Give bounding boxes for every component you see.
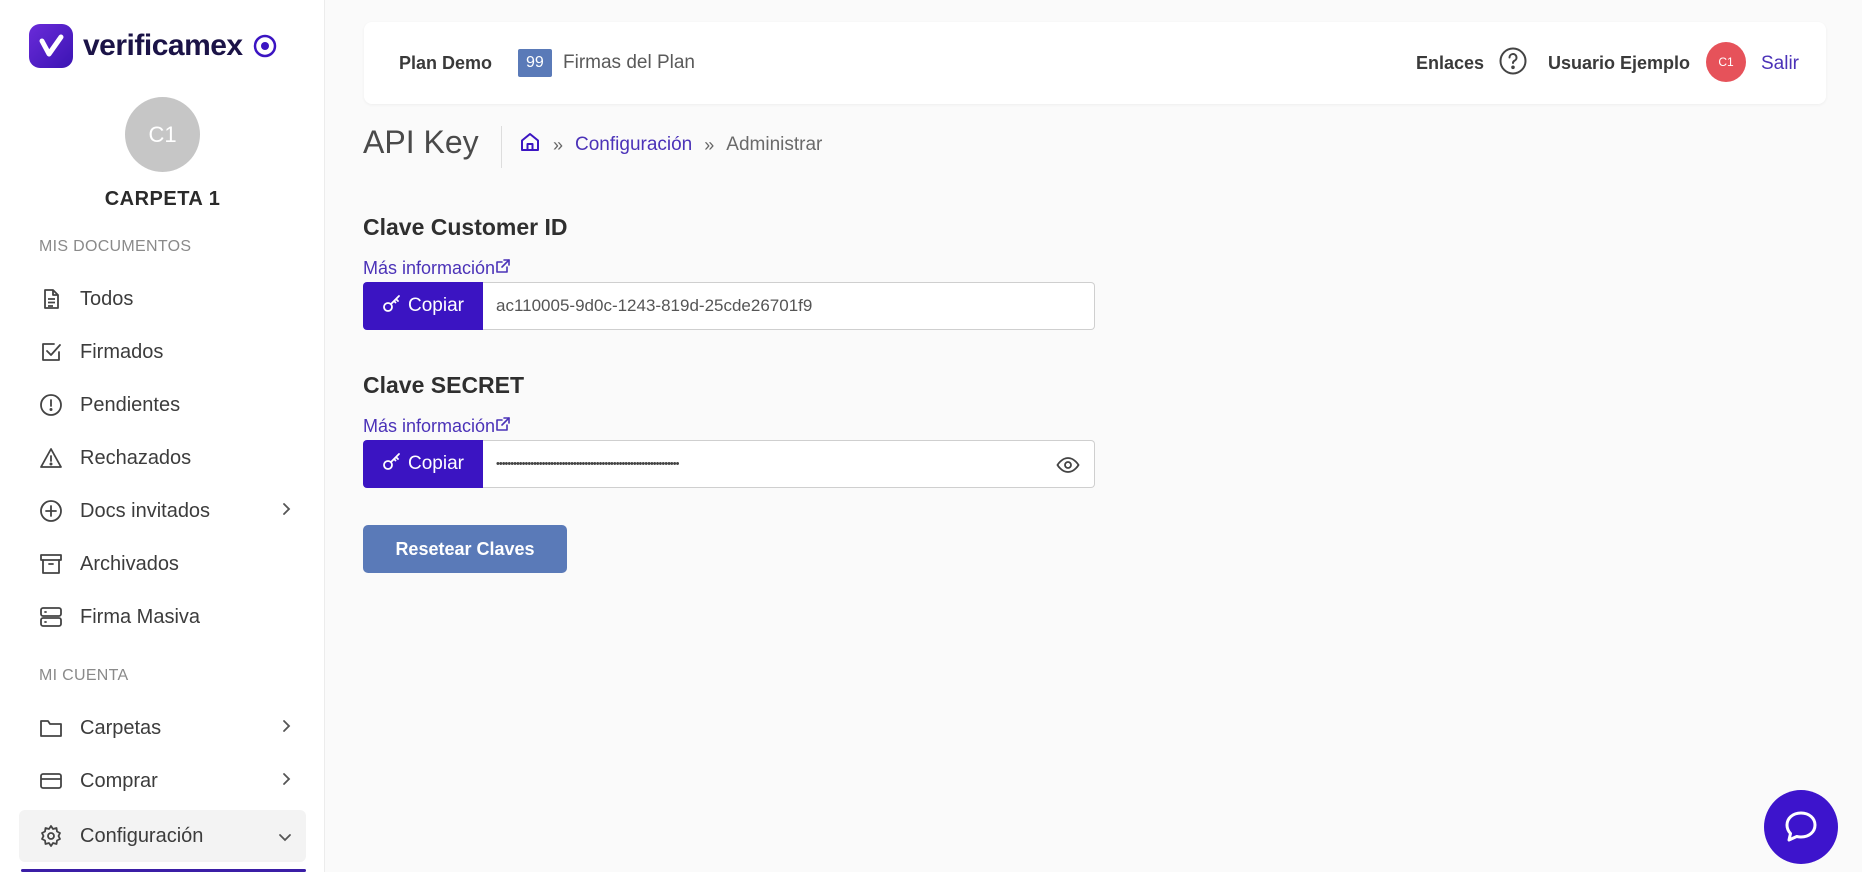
help-icon[interactable] xyxy=(1498,46,1528,81)
breadcrumb: » Configuración » Administrar xyxy=(519,131,822,159)
chat-bubble-icon[interactable] xyxy=(1764,790,1838,864)
folder-name: CARPETA 1 xyxy=(104,188,221,210)
sidebar-item-label: Archivados xyxy=(80,552,179,575)
alert-circle-icon xyxy=(38,392,64,418)
sidebar-item-label: Docs invitados xyxy=(80,499,211,522)
customer-key-title: Clave Customer ID xyxy=(363,214,568,240)
copy-customer-button[interactable]: Copiar xyxy=(363,282,483,330)
customer-key-field[interactable]: ac110005-9d0c-1243-819d-25cde26701f9 xyxy=(483,282,1095,330)
folder-icon xyxy=(38,715,64,741)
reset-keys-button[interactable]: Resetear Claves xyxy=(363,525,567,573)
breadcrumb-separator-icon: » xyxy=(553,134,564,155)
sidebar-item-archivados[interactable]: Archivados xyxy=(19,538,306,590)
secret-key-value: ••••••••••••••••••••••••••••••••••••••••… xyxy=(496,458,679,470)
sidebar-item-label: Carpetas xyxy=(80,716,162,739)
customer-key-row: Copiar ac110005-9d0c-1243-819d-25cde2670… xyxy=(363,282,1095,330)
server-icon xyxy=(38,604,64,630)
sidebar-item-label: Rechazados xyxy=(80,446,192,469)
chevron-right-icon xyxy=(280,502,292,521)
section-title-documents: MIS DOCUMENTOS xyxy=(39,238,192,255)
credit-card-icon xyxy=(38,768,64,794)
copy-label: Copiar xyxy=(408,295,464,316)
sidebar-item-label: Firma Masiva xyxy=(80,605,201,628)
sidebar-item-label: Firmados xyxy=(80,340,164,363)
more-info-label: Más información xyxy=(363,258,496,278)
section-title-account: MI CUENTA xyxy=(39,667,129,684)
eye-icon[interactable] xyxy=(1056,454,1080,481)
breadcrumb-separator-icon: » xyxy=(704,134,715,155)
chevron-right-icon xyxy=(280,772,292,791)
page-title: API Key xyxy=(363,124,479,160)
user-name[interactable]: Usuario Ejemplo xyxy=(1548,53,1690,74)
sidebar-item-rechazados[interactable]: Rechazados xyxy=(19,432,306,484)
sidebar-item-comprar[interactable]: Comprar xyxy=(19,755,306,807)
brand-name: verificamex xyxy=(83,29,243,62)
external-link-icon xyxy=(495,258,511,279)
plus-circle-icon xyxy=(38,498,64,524)
plan-name: Plan Demo xyxy=(399,53,493,73)
chevron-right-icon xyxy=(280,719,292,738)
sidebar-item-configuracion[interactable]: Configuración xyxy=(19,810,306,862)
home-icon[interactable] xyxy=(519,131,541,159)
external-link-icon xyxy=(495,416,511,437)
sidebar-item-label: Comprar xyxy=(80,769,158,792)
sidebar-item-label: Todos xyxy=(80,287,134,310)
breadcrumb-current: Administrar xyxy=(726,134,823,155)
breadcrumb-parent-link[interactable]: Configuración xyxy=(575,134,692,156)
sidebar-item-carpetas[interactable]: Carpetas xyxy=(19,702,306,754)
secret-key-field[interactable]: ••••••••••••••••••••••••••••••••••••••••… xyxy=(483,440,1095,488)
chevron-down-icon xyxy=(278,830,292,848)
document-icon xyxy=(38,286,64,312)
sidebar-item-todos[interactable]: Todos xyxy=(19,273,306,325)
top-bar: Plan Demo 99 Firmas del Plan Enlaces Usu… xyxy=(364,22,1826,104)
user-avatar[interactable]: C1 xyxy=(1706,42,1746,82)
sidebar-item-firma-masiva[interactable]: Firma Masiva xyxy=(19,591,306,643)
title-divider xyxy=(501,126,502,168)
customer-more-info-link[interactable]: Más información xyxy=(363,258,511,279)
sidebar-item-label: Pendientes xyxy=(80,393,181,416)
logout-link[interactable]: Salir xyxy=(1761,53,1799,75)
copy-label: Copiar xyxy=(408,453,464,474)
plan-label: Firmas del Plan xyxy=(563,52,695,73)
sidebar-item-firmados[interactable]: Firmados xyxy=(19,326,306,378)
plan-count-badge: 99 xyxy=(518,49,552,77)
key-icon xyxy=(382,451,408,477)
gear-icon xyxy=(38,823,64,849)
target-icon xyxy=(253,34,277,63)
copy-secret-button[interactable]: Copiar xyxy=(363,440,483,488)
archive-icon xyxy=(38,551,64,577)
customer-key-value: ac110005-9d0c-1243-819d-25cde26701f9 xyxy=(496,296,813,315)
secret-key-title: Clave SECRET xyxy=(363,372,525,398)
more-info-label: Más información xyxy=(363,416,496,436)
warning-triangle-icon xyxy=(38,445,64,471)
secret-more-info-link[interactable]: Más información xyxy=(363,416,511,437)
folder-avatar: C1 xyxy=(125,97,200,172)
sidebar: verificamex C1 CARPETA 1 MIS DOCUMENTOS … xyxy=(0,0,325,872)
checkbox-icon xyxy=(38,339,64,365)
brand-logo[interactable]: verificamex xyxy=(29,24,277,68)
secret-key-row: Copiar •••••••••••••••••••••••••••••••••… xyxy=(363,440,1095,488)
sidebar-item-docs-invitados[interactable]: Docs invitados xyxy=(19,485,306,537)
links-label[interactable]: Enlaces xyxy=(1416,53,1484,74)
sidebar-item-label: Configuración xyxy=(80,824,204,847)
key-icon xyxy=(382,293,408,319)
sidebar-item-pendientes[interactable]: Pendientes xyxy=(19,379,306,431)
logo-mark-icon xyxy=(29,24,73,68)
